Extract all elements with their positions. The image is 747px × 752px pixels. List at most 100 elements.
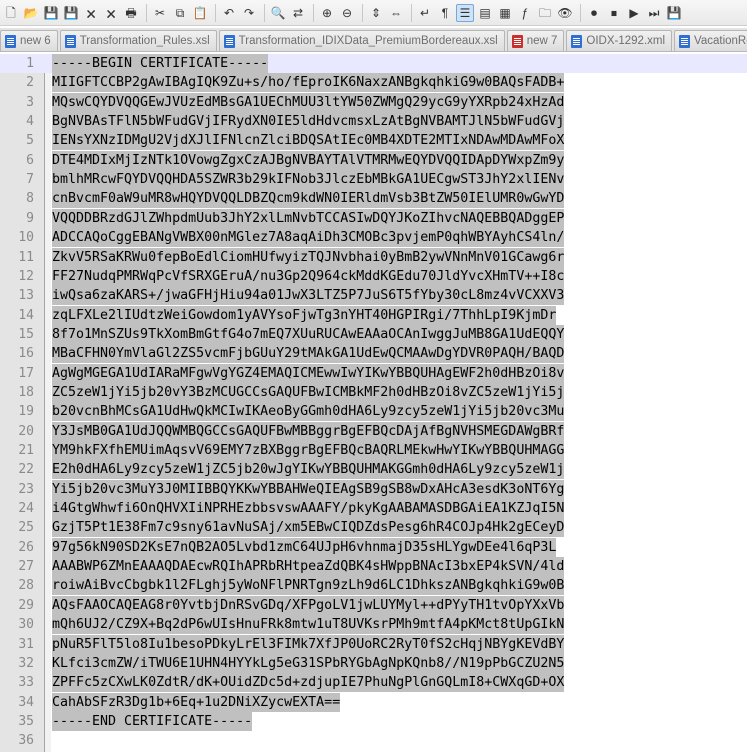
find-icon[interactable]: 🔍	[269, 4, 287, 22]
line-text[interactable]: ZPFFc5zCXwLK0ZdtR/dK+OUidZDc5d+zdjupIE7P…	[52, 673, 565, 693]
code-line[interactable]: 24 i4GtgWhwfi6OnQHVXIiNPRHEzbbsvswAAAFY/p…	[0, 499, 747, 519]
line-text[interactable]: GzjT5Pt1E38Fm7c9sny61avNuSAj/xm5EBwCIQDZ…	[52, 518, 565, 538]
tab-vacationre[interactable]: VacationRe	[674, 30, 747, 51]
code-line[interactable]: 15 8f7o1MnSZUs9TkXomBmGtfG4o7mEQ7XUuRUCAw…	[0, 324, 747, 344]
code-line[interactable]: 17 AgWgMGEGA1UdIARaMFgwVgYGZ4EMAQICMEwwIw…	[0, 363, 747, 383]
new-file-icon[interactable]: 🗋	[2, 4, 20, 22]
code-line[interactable]: 29 AQsFAAOCAQEAG8r0YvtbjDnRSvGDq/XFPgoLV1…	[0, 595, 747, 615]
play-multiple-icon[interactable]: ⏭	[645, 4, 663, 22]
doc-map-icon[interactable]: ▦	[496, 4, 514, 22]
undo-icon[interactable]: ↶	[220, 4, 238, 22]
code-line[interactable]: 23 Yi5jb20vc3MuY3J0MIIBBQYKKwYBBAHWeQIEAg…	[0, 479, 747, 499]
line-text[interactable]: KLfci3cmZW/iTWU6E1UHN4HYYkLg5eG31SPbRYGb…	[52, 653, 565, 673]
line-text[interactable]: ZkvV5RSaKRWu0fepBoEdlCiomHUfwyizTQJNvbha…	[52, 247, 565, 267]
open-file-icon[interactable]: 📂	[22, 4, 40, 22]
line-text[interactable]: iwQsa6zaKARS+/jwaGFHjHiu94a01JwX3LTZ5P7J…	[52, 286, 565, 306]
record-macro-icon[interactable]: ⏺	[585, 4, 603, 22]
code-line[interactable]: 1 -----BEGIN CERTIFICATE-----	[0, 54, 747, 73]
monitoring-icon[interactable]: 👁	[556, 4, 574, 22]
show-all-chars-icon[interactable]: ¶	[436, 4, 454, 22]
code-line[interactable]: 9 VQQDDBRzdGJlZWhpdmUub3JhY2xlLmNvbTCCASI…	[0, 208, 747, 228]
line-text[interactable]: b20vcnBhMCsGA1UdHwQkMCIwIKAeoByGGmh0dHA6…	[52, 402, 565, 422]
line-text[interactable]: zqLFXLe2lIUdtzWeiGowdom1yAVYsoFjwTg3nYHT…	[52, 305, 557, 325]
define-language-icon[interactable]: ▤	[476, 4, 494, 22]
line-text[interactable]: E2h0dHA6Ly9zcy5zeW1jZC5jb20wJgYIKwYBBQUH…	[52, 460, 565, 480]
code-line[interactable]: 34 CahAbSFzR3Dg1b+6Eq+1u2DNiXZycwEXTA==	[0, 692, 747, 712]
code-line[interactable]: 33 ZPFFc5zCXwLK0ZdtR/dK+OUidZDc5d+zdjupIE…	[0, 673, 747, 693]
save-macro-icon[interactable]: 💾	[665, 4, 683, 22]
sync-horizontal-icon[interactable]: ⇔	[387, 4, 405, 22]
line-text[interactable]: DTE4MDIxMjIzNTk1OVowgZgxCzAJBgNVBAYTAlVT…	[52, 150, 565, 170]
code-line[interactable]: 32 KLfci3cmZW/iTWU6E1UHN4HYYkLg5eG31SPbRY…	[0, 653, 747, 673]
line-text[interactable]: bmlhMRcwFQYDVQQHDA5SZWR3b29kIFNob3JlczEb…	[52, 170, 565, 190]
editor[interactable]: 1 -----BEGIN CERTIFICATE----- 2 MIIGFTCCBP2…	[0, 54, 747, 752]
code-line[interactable]: 25 GzjT5Pt1E38Fm7c9sny61avNuSAj/xm5EBwCIQ…	[0, 518, 747, 538]
code-line[interactable]: 22 E2h0dHA6Ly9zcy5zeW1jZC5jb20wJgYIKwYBBQ…	[0, 460, 747, 480]
line-text[interactable]: AgWgMGEGA1UdIARaMFgwVgYGZ4EMAQICMEwwIwYI…	[52, 363, 565, 383]
tab-transformation-idixdata-premiumbordereaux-xsl[interactable]: Transformation_IDIXData_PremiumBordereau…	[218, 30, 505, 51]
line-text[interactable]: BgNVBAsTFlN5bWFudGVjIFRydXN0IE5ldHdvcmsx…	[52, 112, 565, 132]
code-line[interactable]: 31 pNuR5FlT5lo8Iu1besoPDkyLrEl3FIMk7XfJP0…	[0, 634, 747, 654]
code-line[interactable]: 11 ZkvV5RSaKRWu0fepBoEdlCiomHUfwyizTQJNvb…	[0, 247, 747, 267]
code-line[interactable]: 18 ZC5zeW1jYi5jb20vY3BzMCUGCCsGAQUFBwICMB…	[0, 382, 747, 402]
code-line[interactable]: 10 ADCCAQoCggEBANgVWBX00nMGlez7A8aqAiDh3C…	[0, 228, 747, 248]
code-line[interactable]: 3 MQswCQYDVQQGEwJVUzEdMBsGA1UEChMUU3ltYW5…	[0, 92, 747, 112]
code-line[interactable]: 30 mQh6UJ2/CZ9X+Bq2dP6wUIsHnuFRk8mtw1uT8U…	[0, 615, 747, 635]
line-text[interactable]: ADCCAQoCggEBANgVWBX00nMGlez7A8aqAiDh3CMO…	[52, 228, 565, 248]
code-line[interactable]: 8 cnBvcmF0aW9uMR8wHQYDVQQLDBZQcm9kdWN0IER…	[0, 189, 747, 209]
code-line[interactable]: 16 MBaCFHN0YmVlaGl2ZS5vcmFjbGUuY29tMAkGA1…	[0, 344, 747, 364]
code-line[interactable]: 35 -----END CERTIFICATE-----	[0, 711, 747, 731]
line-text[interactable]: YM9hkFXfhEMUimAqsvV69EMY7zBXBggrBgEFBQcB…	[52, 441, 565, 460]
indent-guide-icon[interactable]: ☰	[456, 3, 474, 22]
tab-oidx-1292-xml[interactable]: OIDX-1292.xml	[566, 30, 673, 51]
code-line[interactable]: 21 YM9hkFXfhEMUimAqsvV69EMY7zBXBggrBgEFBQ…	[0, 441, 747, 460]
zoom-in-icon[interactable]: ⊕	[318, 4, 336, 22]
line-text[interactable]: Y3JsMB0GA1UdJQQWMBQGCCsGAQUFBwMBBggrBgEF…	[52, 421, 565, 441]
tab-new-6[interactable]: new 6	[0, 30, 58, 51]
line-text[interactable]: mQh6UJ2/CZ9X+Bq2dP6wUIsHnuFRk8mtw1uT8UVK…	[52, 615, 565, 635]
code-line[interactable]: 12 FF27NudqPMRWqPcVfSRXGEruA/nu3Gp2Q964ck…	[0, 266, 747, 286]
stop-record-icon[interactable]: ⏹	[605, 4, 623, 22]
line-text[interactable]: Yi5jb20vc3MuY3J0MIIBBQYKKwYBBAHWeQIEAgSB…	[52, 479, 565, 499]
copy-icon[interactable]: ⧉	[171, 4, 189, 22]
line-text[interactable]: -----END CERTIFICATE-----	[52, 711, 253, 731]
line-text[interactable]: MQswCQYDVQQGEwJVUzEdMBsGA1UEChMUU3ltYW50…	[52, 92, 565, 112]
close-all-icon[interactable]: 🗙	[102, 4, 120, 22]
tab-new-7[interactable]: new 7	[506, 30, 565, 51]
cut-icon[interactable]: ✂	[151, 4, 169, 22]
play-macro-icon[interactable]: ▶	[625, 4, 643, 22]
sync-vertical-icon[interactable]: ⇕	[367, 4, 385, 22]
line-text[interactable]: ZC5zeW1jYi5jb20vY3BzMCUGCCsGAQUFBwICMBkM…	[52, 382, 565, 402]
code-line[interactable]: 26 97g56kN90SD2KsE7nQB2AO5Lvbd1zmC64UJpH6…	[0, 537, 747, 557]
save-all-icon[interactable]: 💾	[62, 4, 80, 22]
line-text[interactable]: 97g56kN90SD2KsE7nQB2AO5Lvbd1zmC64UJpH6vh…	[52, 537, 557, 557]
code-line[interactable]: 2 MIIGFTCCBP2gAwIBAgIQK9Zu+s/ho/fEproIK6N…	[0, 73, 747, 93]
code-line[interactable]: 13 iwQsa6zaKARS+/jwaGFHjHiu94a01JwX3LTZ5P…	[0, 286, 747, 306]
line-text[interactable]: IENsYXNzIDMgU2VjdXJlIFNlcnZlciBDQSAtIEc0…	[52, 131, 565, 151]
paste-icon[interactable]: 📋	[191, 4, 209, 22]
line-text[interactable]: 8f7o1MnSZUs9TkXomBmGtfG4o7mEQ7XUuRUCAwEA…	[52, 324, 565, 344]
save-icon[interactable]: 💾	[42, 4, 60, 22]
line-text[interactable]: AQsFAAOCAQEAG8r0YvtbjDnRSvGDq/XFPgoLV1jw…	[52, 595, 565, 615]
line-text[interactable]: MIIGFTCCBP2gAwIBAgIQK9Zu+s/ho/fEproIK6Na…	[52, 73, 565, 93]
code-line[interactable]: 27 AAABWP6ZMnEAAAQDAEcwRQIhAPRbRHtpeaZdQB…	[0, 557, 747, 577]
line-text[interactable]: roiwAiBvcCbgbk1l2FLghj5yWoNFlPNRTgn9zLh9…	[52, 576, 565, 596]
line-text[interactable]: MBaCFHN0YmVlaGl2ZS5vcmFjbGUuY29tMAkGA1Ud…	[52, 344, 565, 364]
print-icon[interactable]: 🖶	[122, 4, 140, 22]
line-text[interactable]: -----BEGIN CERTIFICATE-----	[52, 54, 269, 73]
line-text[interactable]: FF27NudqPMRWqPcVfSRXGEruA/nu3Gp2Q964ckMd…	[52, 266, 565, 286]
line-text[interactable]: i4GtgWhwfi6OnQHVXIiNPRHEzbbsvswAAAFY/pky…	[52, 499, 565, 519]
line-text[interactable]: AAABWP6ZMnEAAAQDAEcwRQIhAPRbRHtpeaZdQBK4…	[52, 557, 565, 577]
code-line[interactable]: 14 zqLFXLe2lIUdtzWeiGowdom1yAVYsoFjwTg3nY…	[0, 305, 747, 325]
zoom-out-icon[interactable]: ⊖	[338, 4, 356, 22]
function-list-icon[interactable]: ƒ	[516, 4, 534, 22]
close-icon[interactable]: 🗙	[82, 4, 100, 22]
line-text[interactable]: VQQDDBRzdGJlZWhpdmUub3JhY2xlLmNvbTCCASIw…	[52, 208, 565, 228]
code-line[interactable]: 36	[0, 731, 747, 750]
code-line[interactable]: 5 IENsYXNzIDMgU2VjdXJlIFNlcnZlciBDQSAtIEc…	[0, 131, 747, 151]
code-line[interactable]: 6 DTE4MDIxMjIzNTk1OVowgZgxCzAJBgNVBAYTAlV…	[0, 150, 747, 170]
code-line[interactable]: 4 BgNVBAsTFlN5bWFudGVjIFRydXN0IE5ldHdvcms…	[0, 112, 747, 132]
code-line[interactable]: 7 bmlhMRcwFQYDVQQHDA5SZWR3b29kIFNob3JlczE…	[0, 170, 747, 190]
tab-transformation-rules-xsl[interactable]: Transformation_Rules.xsl	[59, 30, 217, 51]
code-line[interactable]: 19 b20vcnBhMCsGA1UdHwQkMCIwIKAeoByGGmh0dH…	[0, 402, 747, 422]
